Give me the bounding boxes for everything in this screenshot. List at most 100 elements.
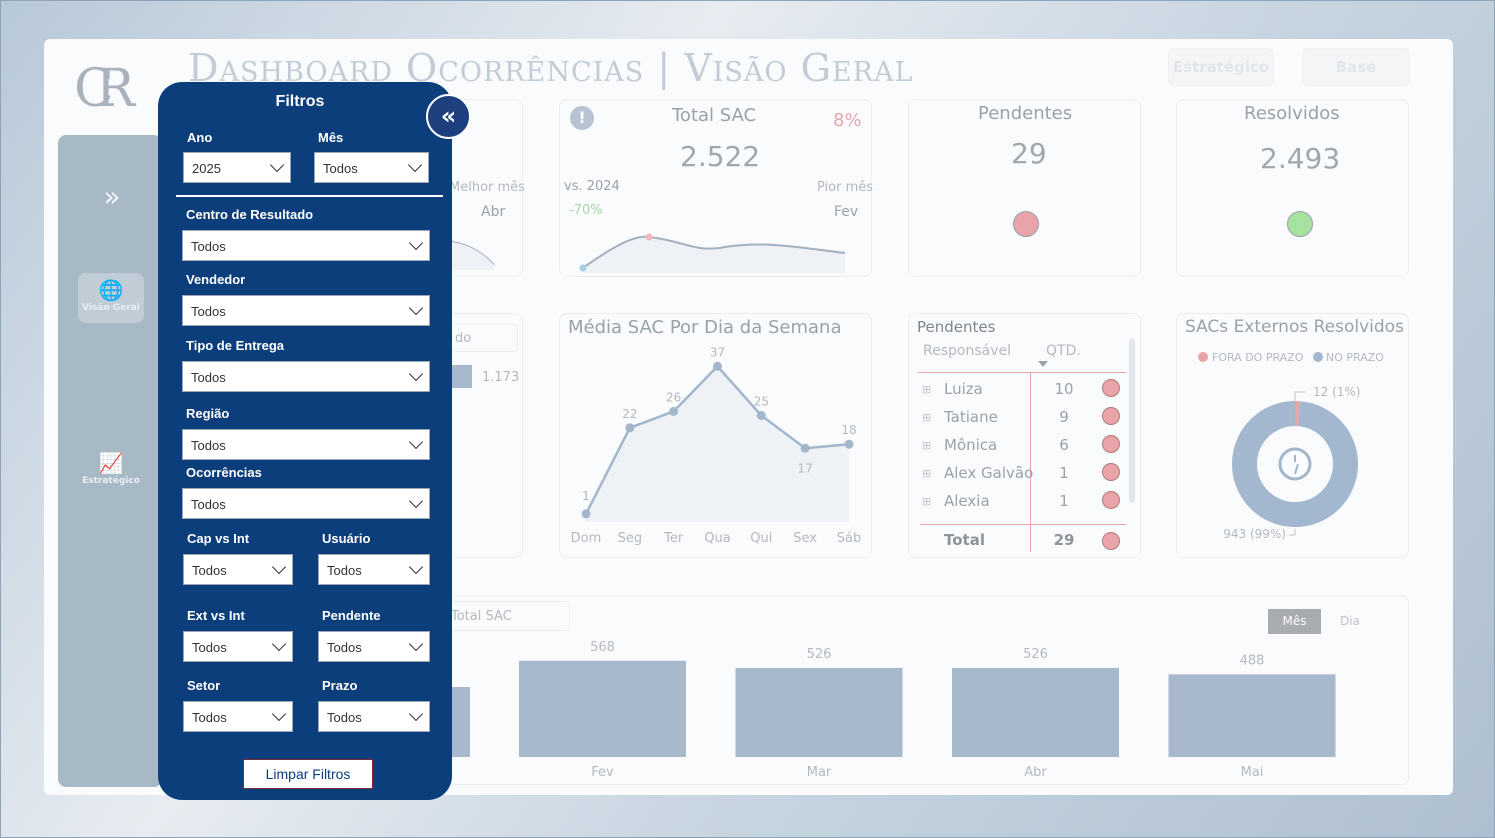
bottom-chart-dropdown[interactable]: Total SAC [440, 601, 570, 631]
nav-item-visao-geral[interactable]: 🌐 Visão Geral [78, 273, 144, 323]
legend-fora-label: FORA DO PRAZO [1212, 351, 1304, 364]
ano-select[interactable]: 2025 [183, 152, 291, 183]
mes-select[interactable]: Todos [314, 152, 429, 183]
x-tick-label: Qua [704, 531, 730, 546]
pendentes-table-title: Pendentes [917, 318, 996, 336]
row-qtd: 1 [1059, 492, 1069, 510]
data-label: 1 [582, 489, 590, 503]
no-leader-line [1289, 529, 1296, 536]
donut-slice [1232, 401, 1358, 527]
row-qtd: 1 [1059, 464, 1069, 482]
legend-fora-dot [1198, 352, 1208, 362]
expand-row-icon[interactable]: ⊞ [922, 383, 931, 396]
col-qtd-header[interactable]: QTD. [1046, 343, 1081, 359]
gauge-needle-base [1294, 463, 1299, 475]
data-point [800, 443, 810, 453]
total-sac-pct: 8% [833, 110, 862, 131]
centro-label: Centro de Resultado [186, 207, 314, 222]
x-tick-label: Sex [793, 531, 817, 546]
ocorrencias-label: Ocorrências [186, 465, 262, 480]
x-tick-label: Ter [663, 531, 684, 546]
expand-nav-icon[interactable]: » [92, 180, 132, 213]
table-row[interactable]: ⊞ Tatiane 9 [918, 403, 1128, 431]
cap-select[interactable]: Todos [183, 554, 293, 585]
sort-desc-icon[interactable] [1038, 361, 1048, 367]
fora-leader-line [1294, 391, 1305, 401]
left-partial-bar [452, 365, 472, 388]
bar-value-label: 568 [590, 640, 615, 655]
nav-label-visao-geral: Visão Geral [82, 303, 140, 313]
row-qtd: 9 [1059, 408, 1069, 426]
melhor-mes-value: Abr [481, 204, 506, 220]
expand-row-icon[interactable]: ⊞ [922, 495, 931, 508]
regiao-label: Região [186, 406, 230, 421]
chevron-down-icon [408, 235, 424, 251]
chevron-down-icon [408, 300, 424, 316]
line-area [586, 366, 849, 522]
filters-divider [176, 195, 443, 197]
chevron-down-icon [408, 366, 424, 382]
chevron-down-icon [407, 157, 423, 173]
mes-label: Mês [318, 130, 344, 145]
collapse-filters-icon[interactable]: « [426, 94, 471, 139]
estrategico-nav-button[interactable]: Estratégico [1168, 48, 1274, 86]
legend-no-dot [1313, 352, 1323, 362]
chevron-down-icon [271, 706, 287, 722]
row-qtd: 10 [1054, 380, 1074, 398]
data-point [713, 361, 722, 371]
tipo-select[interactable]: Todos [182, 361, 430, 392]
table-row[interactable]: ⊞ Luiza 10 [918, 375, 1128, 403]
media-dia-line-chart: 1 Dom 22 Seg 26 Ter 37 Qua 25 Qui 17 Sex 18 Sáb [571, 345, 862, 546]
base-nav-button[interactable]: Base [1302, 48, 1410, 86]
x-tick-label: Fev [591, 765, 614, 780]
row-responsavel: Mônica [944, 436, 998, 454]
regiao-select[interactable]: Todos [182, 429, 430, 460]
pior-mes-label: Pior mês [817, 180, 874, 195]
nav-item-estrategico[interactable]: 📈 Estratégico [78, 446, 144, 496]
usuario-select[interactable]: Todos [318, 554, 430, 585]
table-total-divider [920, 524, 1126, 525]
expand-row-icon[interactable]: ⊞ [922, 467, 931, 480]
total-status-dot [1102, 532, 1120, 550]
table-row[interactable]: ⊞ Mônica 6 [918, 431, 1128, 459]
x-tick-label: Mar [807, 765, 832, 780]
pendente-label: Pendente [322, 608, 381, 623]
bar-value-label: 488 [1240, 653, 1265, 668]
no-data-label: 943 (99%) [1223, 527, 1286, 541]
setor-select[interactable]: Todos [183, 701, 293, 732]
tipo-label: Tipo de Entrega [186, 338, 284, 353]
cap-label: Cap vs Int [187, 531, 250, 546]
pendente-select[interactable]: Todos [318, 631, 430, 662]
x-tick-label: Qui [750, 531, 772, 546]
table-total-label: Total [944, 531, 985, 549]
bar-value-label: 526 [1023, 647, 1048, 662]
x-tick-label: Mai [1241, 765, 1264, 780]
table-scrollbar[interactable] [1129, 338, 1135, 503]
clear-filters-button[interactable]: Limpar Filtros [243, 759, 373, 789]
data-label: 37 [710, 345, 725, 359]
bar [735, 667, 903, 757]
centro-select[interactable]: Todos [182, 230, 430, 261]
data-label: 22 [622, 407, 637, 421]
x-tick-label: Dom [571, 531, 602, 546]
row-responsavel: Luiza [944, 380, 983, 398]
ocorrencias-select[interactable]: Todos [182, 488, 430, 519]
legend-no-label: NO PRAZO [1326, 351, 1384, 364]
prazo-select[interactable]: Todos [318, 701, 430, 732]
ext-select[interactable]: Todos [183, 631, 293, 662]
pendentes-value: 29 [1011, 137, 1047, 170]
expand-row-icon[interactable]: ⊞ [922, 411, 931, 424]
partial-bar-jan [452, 687, 470, 757]
col-responsavel-header[interactable]: Responsável [923, 343, 1011, 359]
total-sac-value: 2.522 [680, 140, 761, 173]
fora-data-label: 12 (1%) [1313, 385, 1360, 399]
table-row[interactable]: ⊞ Alex Galvão 1 [918, 459, 1128, 487]
resolvidos-status-dot [1287, 211, 1313, 237]
sacs-externos-title: SACs Externos Resolvidos [1185, 317, 1404, 337]
nav-label-estrategico: Estratégico [82, 476, 140, 486]
row-responsavel: Alexia [944, 492, 990, 510]
vendedor-select[interactable]: Todos [182, 295, 430, 326]
resolvidos-card [1176, 99, 1409, 277]
table-row[interactable]: ⊞ Alexia 1 [918, 487, 1128, 515]
expand-row-icon[interactable]: ⊞ [922, 439, 931, 452]
